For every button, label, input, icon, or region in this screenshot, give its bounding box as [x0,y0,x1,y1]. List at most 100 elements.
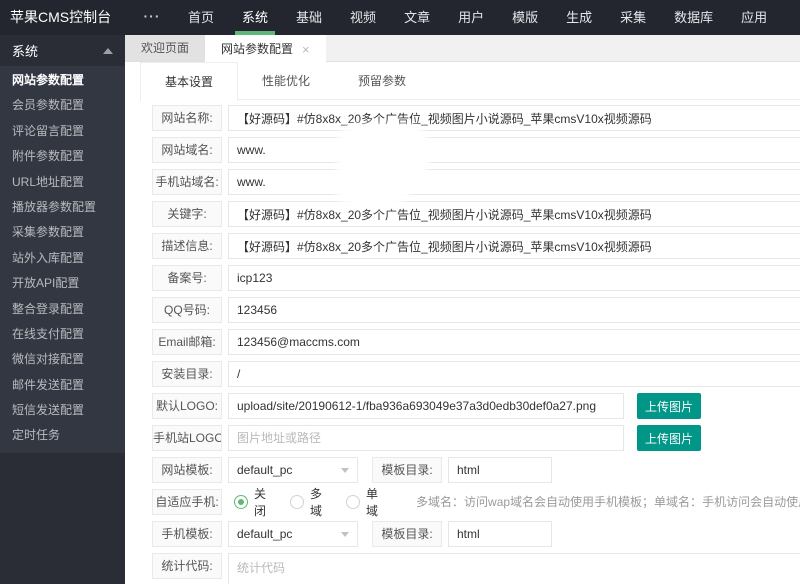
site-domain-label: 网站域名: [152,137,222,163]
icp-label: 备案号: [152,265,222,291]
sidebar-item[interactable]: 在线支付配置 [0,322,125,347]
description-label: 描述信息: [152,233,222,259]
domain-prefix: www. [237,143,266,157]
qq-label: QQ号码: [152,297,222,323]
top-nav-item[interactable]: 文章 [390,0,444,35]
top-nav-item[interactable]: 用户 [444,0,498,35]
chevron-down-icon [341,468,349,473]
settings-subtab[interactable]: 基本设置 [140,62,239,101]
top-nav-item[interactable]: 数据库 [660,0,727,35]
sidebar-menu: 网站参数配置 会员参数配置 评论留言配置 附件参数配置 URL地址配置 播放器参数配置 采集… [0,66,125,453]
mobile-domain-label: 手机站域名: [152,169,222,195]
radio-label: 关闭 [254,487,267,518]
site-name-label: 网站名称: [152,105,222,131]
install-dir-input[interactable] [228,361,800,387]
sidebar-item[interactable]: 整合登录配置 [0,297,125,322]
sidebar-item[interactable]: 会员参数配置 [0,93,125,118]
sidebar-item[interactable]: 站外入库配置 [0,246,125,271]
settings-form: 网站名称: 网站域名: www. .com 手机站域名: www. 3.com [140,100,800,584]
top-nav-item[interactable]: 基础 [282,0,336,35]
top-nav-item[interactable]: 系统 [228,0,282,35]
top-nav-item[interactable]: 生成 [552,0,606,35]
mobile-template-dir-label: 模板目录: [372,521,442,547]
stats-code-textarea[interactable] [228,553,800,584]
sidebar-group-label: 系统 [12,44,39,59]
sidebar-item[interactable]: 开放API配置 [0,271,125,296]
mobile-logo-input[interactable] [228,425,624,451]
settings-subtabs: 基本设置 性能优化 预留参数 [140,62,800,101]
top-nav-item[interactable]: 应用 [727,0,781,35]
form-row-site-template: 网站模板: default_pc 模板目录: [152,457,800,483]
adaptive-mobile-label: 自适应手机: [152,489,222,515]
radio-label: 多域 [310,487,323,518]
sidebar-item[interactable]: URL地址配置 [0,170,125,195]
radio-label: 单域 [366,487,379,518]
content-panel: 基本设置性能优化预留参数 网站名称: 网站域名: www. .com 手机站域名… [125,62,800,584]
chevron-up-icon [103,47,113,54]
sidebar-item[interactable]: 网站参数配置 [0,68,125,93]
domain-prefix: www. [237,175,266,189]
default-logo-input[interactable] [228,393,624,419]
adaptive-mobile-radio[interactable]: 多域 [290,485,322,519]
radio-checked-icon [234,495,248,509]
qq-input[interactable] [228,297,800,323]
settings-subtab[interactable]: 性能优化 [238,62,334,99]
adaptive-mobile-radio[interactable]: 单域 [346,485,378,519]
form-row-qq: QQ号码: [152,297,800,323]
form-row-mobile-logo: 手机站LOGO: 上传图片 [152,425,800,451]
sidebar-item[interactable]: 邮件发送配置 [0,373,125,398]
sidebar-item[interactable]: 附件参数配置 [0,144,125,169]
form-row-site-domain: 网站域名: www. .com [152,131,800,173]
form-row-mobile-template: 手机模板: default_pc 模板目录: [152,521,800,547]
mobile-domain-input[interactable]: www. 3.com [228,166,800,200]
site-domain-input[interactable]: www. .com [228,131,800,173]
site-template-select[interactable]: default_pc [228,457,358,483]
template-dir-input[interactable] [448,457,552,483]
icp-input[interactable] [228,265,800,291]
more-menu-icon[interactable]: ··· [130,0,174,35]
page-tab-label: 欢迎页面 [141,40,190,55]
mobile-template-dir-input[interactable] [448,521,552,547]
template-dir-label: 模板目录: [372,457,442,483]
radio-unchecked-icon [346,495,361,509]
sidebar: 系统 网站参数配置 会员参数配置 评论留言配置 附件参数配置 URL地址配置 播放器参数配… [0,35,125,584]
top-nav-item[interactable]: 模版 [498,0,552,35]
upload-logo-button[interactable]: 上传图片 [637,393,701,419]
description-input[interactable] [228,233,800,259]
form-row-description: 描述信息: [152,233,800,259]
sidebar-item[interactable]: 定时任务 [0,423,125,448]
page-tab-label: 网站参数配置 [221,41,294,56]
mobile-template-label: 手机模板: [152,521,222,547]
sidebar-group-system[interactable]: 系统 [0,35,125,66]
top-nav-item[interactable]: 采集 [606,0,660,35]
form-row-keywords: 关键字: [152,201,800,227]
app-title: 苹果CMS控制台 [10,9,112,25]
sidebar-item[interactable]: 评论留言配置 [0,119,125,144]
top-nav-item[interactable]: 首页 [174,0,228,35]
email-label: Email邮箱: [152,329,222,355]
form-row-mobile-domain: 手机站域名: www. 3.com [152,166,800,200]
keywords-input[interactable] [228,201,800,227]
default-logo-label: 默认LOGO: [152,393,222,419]
site-name-input[interactable] [228,105,800,131]
upload-mobile-logo-button[interactable]: 上传图片 [637,425,701,451]
form-row-default-logo: 默认LOGO: 上传图片 [152,393,800,419]
top-header: 苹果CMS控制台 ··· 首页 系统 基础 视频 文章 用户 模版 生成 采集 数据库 应用 [0,0,800,35]
sidebar-item[interactable]: 短信发送配置 [0,398,125,423]
sidebar-item[interactable]: 播放器参数配置 [0,195,125,220]
form-row-icp: 备案号: [152,265,800,291]
mobile-template-select[interactable]: default_pc [228,521,358,547]
keywords-label: 关键字: [152,201,222,227]
email-input[interactable] [228,329,800,355]
top-nav-item[interactable]: 视频 [336,0,390,35]
adaptive-mobile-radio[interactable]: 关闭 [234,485,266,519]
stats-code-label: 统计代码: [152,553,222,579]
close-icon[interactable]: × [302,43,310,56]
sidebar-item[interactable]: 采集参数配置 [0,220,125,245]
site-template-label: 网站模板: [152,457,222,483]
sidebar-item[interactable]: 微信对接配置 [0,347,125,372]
form-row-install-dir: 安装目录: [152,361,800,387]
settings-subtab[interactable]: 预留参数 [334,62,430,99]
page-tab[interactable]: 欢迎页面 [125,35,206,61]
page-tab[interactable]: 网站参数配置 × [205,35,326,63]
